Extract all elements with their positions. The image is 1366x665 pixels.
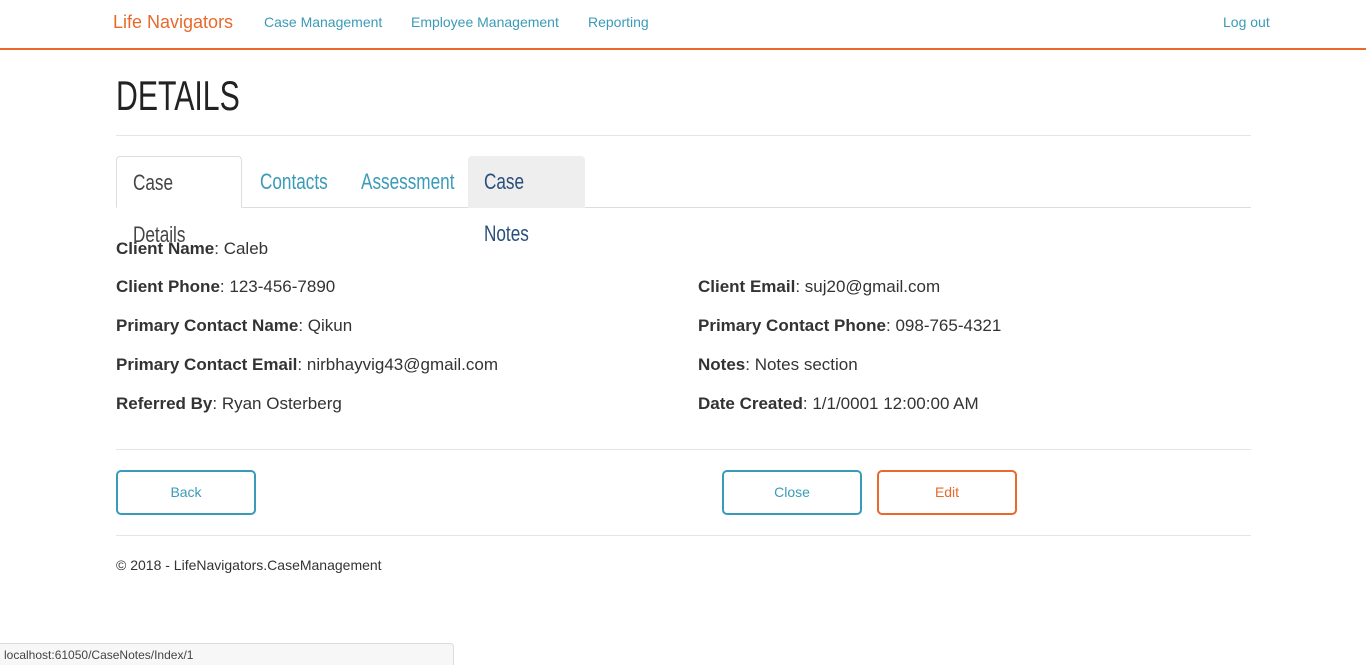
tab-case-details[interactable]: Case Details bbox=[116, 156, 242, 247]
nav-employee-management[interactable]: Employee Management bbox=[411, 14, 559, 30]
logout-link[interactable]: Log out bbox=[1223, 14, 1270, 30]
divider bbox=[116, 535, 1251, 536]
tab-label: Contacts bbox=[260, 169, 328, 194]
status-bar-url: localhost:61050/CaseNotes/Index/1 bbox=[0, 643, 454, 665]
tab-label: Assessment bbox=[361, 169, 455, 194]
divider bbox=[116, 449, 1251, 450]
tab-label: Case Notes bbox=[484, 169, 529, 246]
field-primary-contact-email: Primary Contact Email: nirbhayvig43@gmai… bbox=[116, 355, 498, 374]
footer-copyright: © 2018 - LifeNavigators.CaseManagement bbox=[116, 557, 382, 573]
field-referred-by: Referred By: Ryan Osterberg bbox=[116, 394, 342, 413]
field-primary-contact-name: Primary Contact Name: Qikun bbox=[116, 316, 353, 335]
field-client-phone: Client Phone: 123-456-7890 bbox=[116, 277, 336, 296]
field-notes: Notes: Notes section bbox=[698, 355, 858, 374]
field-date-created: Date Created: 1/1/0001 12:00:00 AM bbox=[698, 394, 979, 413]
page-title: DETAILS bbox=[116, 72, 240, 119]
edit-button[interactable]: Edit bbox=[877, 470, 1017, 515]
tab-case-notes[interactable]: Case Notes bbox=[468, 156, 585, 246]
tab-bar: Case Details Contacts Assessment Case No… bbox=[116, 156, 1251, 247]
divider bbox=[116, 135, 1251, 136]
top-navbar: Life Navigators Case Management Employee… bbox=[0, 0, 1366, 50]
field-client-name: Client Name: Caleb bbox=[116, 239, 269, 258]
back-button[interactable]: Back bbox=[116, 470, 256, 515]
nav-case-management[interactable]: Case Management bbox=[264, 14, 382, 30]
brand-link[interactable]: Life Navigators bbox=[113, 12, 233, 33]
field-primary-contact-phone: Primary Contact Phone: 098-765-4321 bbox=[698, 316, 1002, 335]
close-button[interactable]: Close bbox=[722, 470, 862, 515]
field-client-email: Client Email: suj20@gmail.com bbox=[698, 277, 941, 296]
nav-reporting[interactable]: Reporting bbox=[588, 14, 649, 30]
